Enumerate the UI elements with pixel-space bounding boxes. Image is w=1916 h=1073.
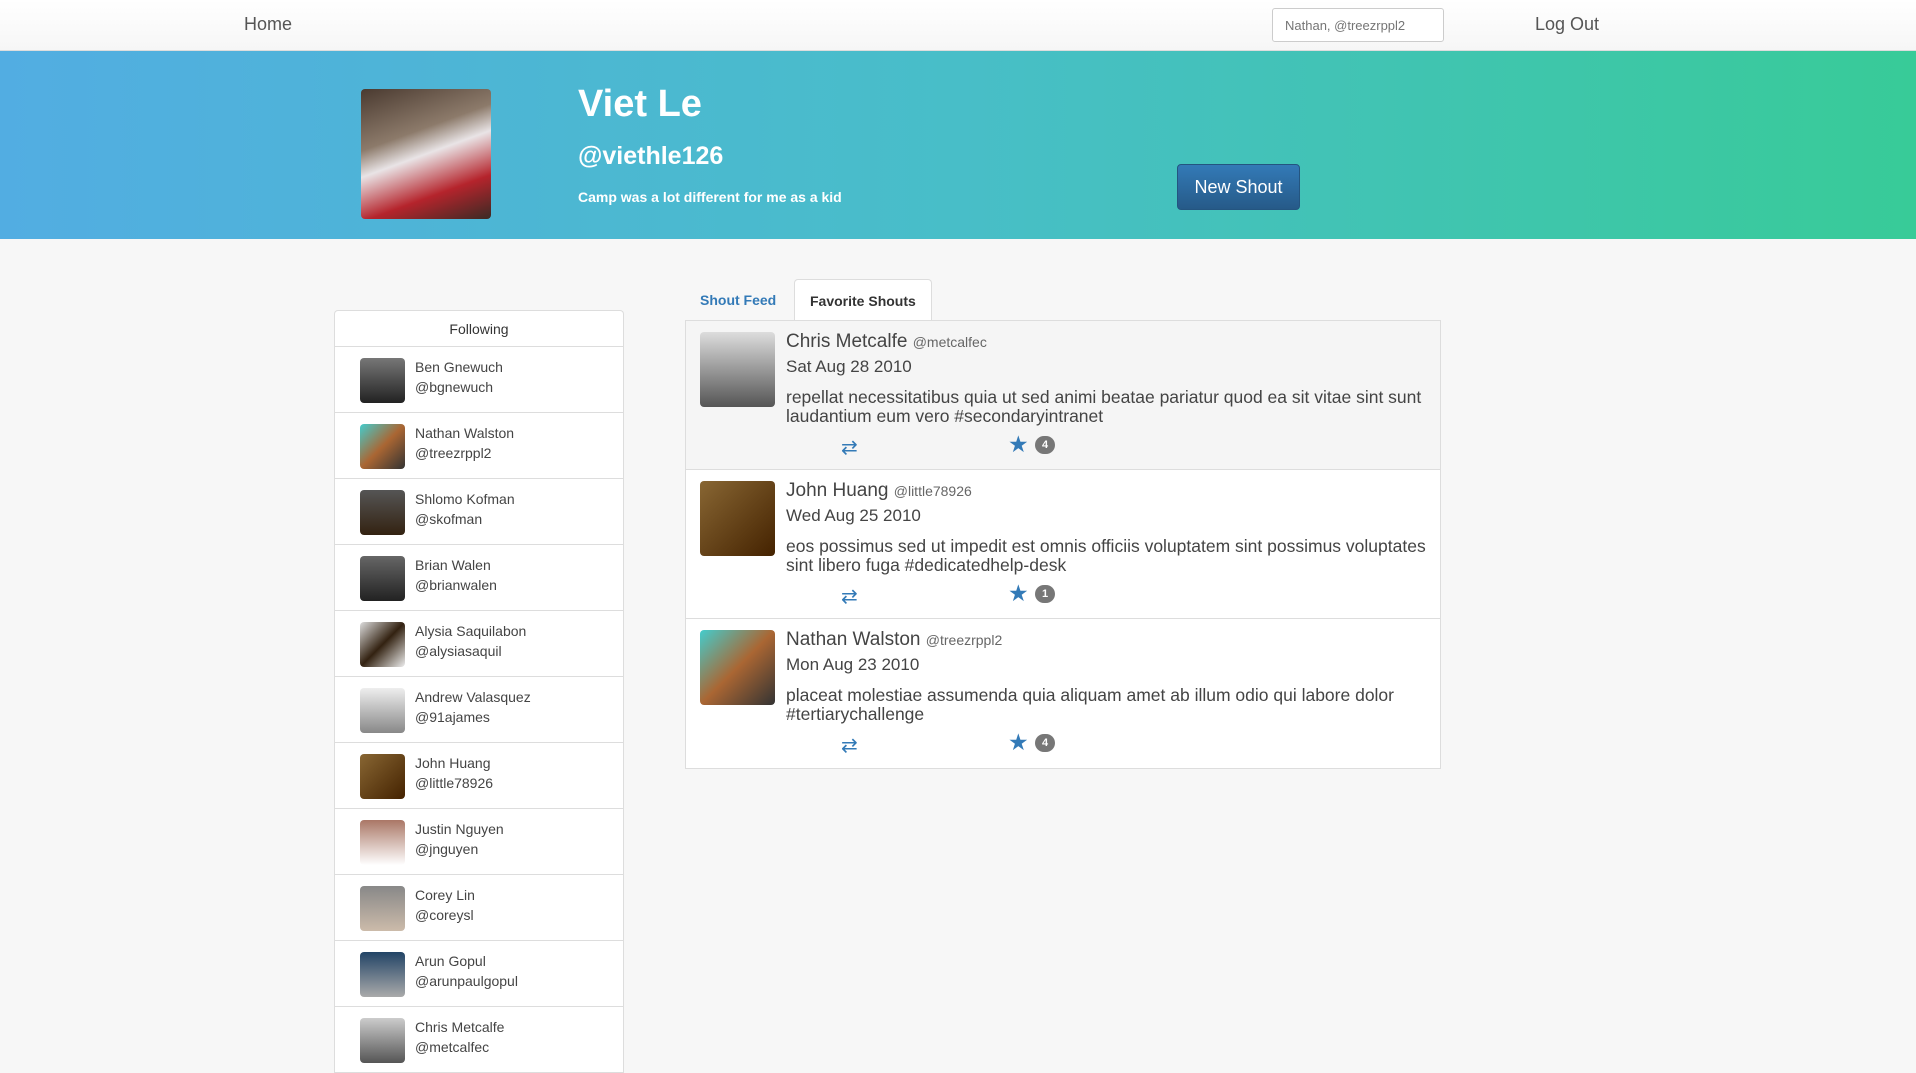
following-name: Alysia Saquilabon: [415, 623, 527, 639]
star-icon[interactable]: ★: [1008, 729, 1029, 756]
following-item[interactable]: Corey Lin @coreysl: [335, 875, 623, 941]
star-icon[interactable]: ★: [1008, 580, 1029, 607]
following-handle: @alysiasaquil: [415, 643, 502, 659]
following-name: Ben Gnewuch: [415, 359, 503, 375]
following-name: Andrew Valasquez: [415, 689, 531, 705]
profile-name: Viet Le: [578, 83, 702, 125]
favorite-count-badge: 4: [1035, 734, 1055, 752]
avatar: [360, 886, 405, 931]
following-item[interactable]: Ben Gnewuch @bgnewuch: [335, 347, 623, 413]
following-handle: @bgnewuch: [415, 379, 494, 395]
avatar: [360, 754, 405, 799]
shout-item: Chris Metcalfe @metcalfec Sat Aug 28 201…: [686, 321, 1440, 470]
shout-text: eos possimus sed ut impedit est omnis of…: [786, 536, 1426, 575]
home-link[interactable]: Home: [244, 14, 292, 35]
following-title: Following: [335, 311, 623, 347]
tab-favorite-shouts[interactable]: Favorite Shouts: [794, 279, 932, 322]
avatar: [360, 622, 405, 667]
following-name: John Huang: [415, 755, 491, 771]
following-item[interactable]: Shlomo Kofman @skofman: [335, 479, 623, 545]
avatar: [360, 556, 405, 601]
following-name: Arun Gopul: [415, 953, 486, 969]
avatar: [700, 332, 775, 407]
following-item[interactable]: Brian Walen @brianwalen: [335, 545, 623, 611]
following-handle: @brianwalen: [415, 577, 497, 593]
following-name: Brian Walen: [415, 557, 491, 573]
following-item[interactable]: Justin Nguyen @jnguyen: [335, 809, 623, 875]
profile-avatar: [361, 89, 491, 219]
following-name: Justin Nguyen: [415, 821, 504, 837]
following-item[interactable]: Arun Gopul @arunpaulgopul: [335, 941, 623, 1007]
shout-item: John Huang @little78926 Wed Aug 25 2010 …: [686, 470, 1440, 619]
search-input[interactable]: [1272, 8, 1444, 42]
following-item[interactable]: Alysia Saquilabon @alysiasaquil: [335, 611, 623, 677]
shout-list: Chris Metcalfe @metcalfec Sat Aug 28 201…: [685, 320, 1441, 769]
avatar: [360, 490, 405, 535]
tab-shout-feed[interactable]: Shout Feed: [685, 279, 791, 321]
following-item[interactable]: Chris Metcalfe @metcalfec: [335, 1007, 623, 1073]
following-handle: @metcalfec: [415, 1039, 490, 1055]
retweet-icon[interactable]: ⇄: [841, 733, 858, 758]
avatar: [360, 358, 405, 403]
shout-date: Sat Aug 28 2010: [786, 357, 912, 376]
retweet-icon[interactable]: ⇄: [841, 435, 858, 460]
avatar: [360, 952, 405, 997]
logout-link[interactable]: Log Out: [1535, 14, 1599, 35]
avatar: [360, 424, 405, 469]
following-name: Chris Metcalfe: [415, 1019, 505, 1035]
following-handle: @jnguyen: [415, 841, 479, 857]
following-name: Corey Lin: [415, 887, 475, 903]
retweet-icon[interactable]: ⇄: [841, 584, 858, 609]
following-item[interactable]: Nathan Walston @treezrppl2: [335, 413, 623, 479]
star-icon[interactable]: ★: [1008, 431, 1029, 458]
new-shout-button[interactable]: New Shout: [1177, 164, 1300, 210]
shout-item: Nathan Walston @treezrppl2 Mon Aug 23 20…: [686, 619, 1440, 768]
shout-date: Wed Aug 25 2010: [786, 506, 921, 525]
avatar: [360, 688, 405, 733]
following-panel: Following Ben Gnewuch @bgnewuch Nathan W…: [334, 310, 624, 1073]
avatar: [360, 1018, 405, 1063]
following-item[interactable]: John Huang @little78926: [335, 743, 623, 809]
following-handle: @treezrppl2: [415, 445, 492, 461]
avatar: [700, 630, 775, 705]
shout-author[interactable]: Chris Metcalfe: [786, 331, 907, 352]
shout-text: repellat necessitatibus quia ut sed anim…: [786, 387, 1422, 426]
following-handle: @91ajames: [415, 709, 490, 725]
favorite-count-badge: 1: [1035, 585, 1055, 603]
profile-handle: @viethle126: [578, 142, 724, 170]
favorite-count-badge: 4: [1035, 436, 1055, 454]
profile-header: Viet Le @viethle126 Camp was a lot diffe…: [0, 51, 1916, 239]
navbar: Home Log Out: [0, 0, 1916, 51]
avatar: [700, 481, 775, 556]
following-handle: @coreysl: [415, 907, 474, 923]
shout-author[interactable]: John Huang: [786, 480, 888, 501]
following-handle: @little78926: [415, 775, 494, 791]
shout-handle: @treezrppl2: [925, 632, 1003, 648]
following-name: Nathan Walston: [415, 425, 515, 441]
following-item[interactable]: Andrew Valasquez @91ajames: [335, 677, 623, 743]
profile-bio: Camp was a lot different for me as a kid: [578, 189, 842, 205]
shout-date: Mon Aug 23 2010: [786, 655, 920, 674]
following-handle: @skofman: [415, 511, 483, 527]
following-name: Shlomo Kofman: [415, 491, 515, 507]
shout-handle: @little78926: [893, 483, 972, 499]
shout-handle: @metcalfec: [912, 334, 987, 350]
following-handle: @arunpaulgopul: [415, 973, 518, 989]
avatar: [360, 820, 405, 865]
shout-text: placeat molestiae assumenda quia aliquam…: [786, 685, 1394, 724]
shout-author[interactable]: Nathan Walston: [786, 629, 920, 650]
